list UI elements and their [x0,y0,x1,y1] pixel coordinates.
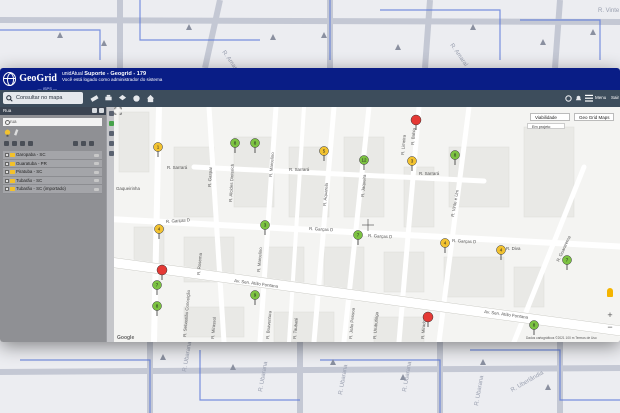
zoom-in-button[interactable]: + [605,310,615,320]
expand-icon[interactable] [108,111,114,116]
refresh-icon[interactable] [564,94,573,103]
search-label: Consultar no mapa [16,95,63,101]
street-label: R. Sarrará [289,167,310,172]
home-icon[interactable] [146,94,155,103]
street-view-icon[interactable] [607,288,613,297]
map-attribution: Dados cartográficos ©2021 100 m Termos d… [526,336,597,340]
geogrid-logo: GeoGrid — ISPS — [3,71,57,91]
map-view[interactable]: Av. Sen. Atílio Fontana Av. Sen. Atílio … [114,107,620,342]
pin-icon[interactable] [108,151,114,156]
layer-filter-input[interactable]: rua [3,118,102,126]
menu-button[interactable]: Menu [595,95,606,100]
sidebar-header: Rua [0,107,106,115]
basemap-select[interactable]: Geo Grid Maps [574,113,614,121]
fullscreen-icon[interactable] [114,107,122,115]
folder-icon [10,153,15,157]
folder-icon [10,187,15,191]
marker-head [410,114,422,126]
arrow-icon[interactable] [12,141,17,146]
options-icon[interactable] [94,187,99,191]
layers-icon[interactable] [118,94,127,103]
options-icon[interactable] [94,170,99,174]
marker-head [156,264,168,276]
export-icon[interactable] [81,141,86,146]
zoom-out-button[interactable]: − [605,322,615,332]
minus-icon[interactable] [108,131,114,136]
checkbox[interactable] [5,170,9,174]
street-label: R. Sarrará [167,165,188,170]
search-icon [6,94,13,102]
folder-icon [10,170,15,174]
close-icon[interactable] [99,108,104,113]
lightbulb-icon[interactable] [4,129,11,137]
layers-sidebar: Rua rua Garopaba - SC Guaratuba - PR Pir… [0,107,106,342]
list-icon[interactable] [108,141,114,146]
folder-icon [10,178,15,183]
folder-icon [10,161,15,166]
layer-label: Garopaba - SC [16,152,46,157]
viability-select[interactable]: Viabilidade [530,113,570,121]
title-bar: GeoGrid — ISPS — unidAtual Suporte - Geo… [0,68,620,91]
checkbox[interactable] [5,178,9,183]
vertical-tool-strip [106,107,114,342]
globe-icon [3,72,17,86]
layer-label: Tubarão - SC (importado) [16,186,66,191]
brand-name: GeoGrid [19,72,57,84]
layer-item[interactable]: Piratuba - SC [3,168,102,177]
add-layer-icon[interactable] [108,121,114,126]
layer-item[interactable]: Garopaba - SC [3,151,102,160]
checkbox[interactable] [5,161,9,166]
app-window: GeoGrid — ISPS — unidAtual Suporte - Geo… [0,68,620,342]
layer-label: Tubarão - SC [16,177,43,183]
info-icon[interactable] [73,141,78,146]
street-label: R. Diva [506,246,521,251]
sidebar-title: Rua [3,108,12,113]
layer-item[interactable]: Guaratuba - PR [3,159,102,168]
bg-street-label: R. Vinte [598,8,620,14]
print-icon[interactable] [104,94,113,103]
layer-item[interactable]: Tubarão - SC [3,176,102,185]
main-toolbar: Consultar no mapa Menu Sair [0,90,620,107]
street-label: Gaqueirinha [116,186,140,191]
map-search-button[interactable]: Consultar no mapa [3,92,83,104]
layer-label: Piratuba - SC [16,169,43,174]
google-logo: Google [117,335,135,341]
sidebar-icon-row [3,128,103,138]
layer-list: Garopaba - SC Guaratuba - PR Piratuba - … [3,151,102,194]
marker-label: 12 [361,158,367,163]
hamburger-menu-icon[interactable] [585,94,593,102]
notification-icon[interactable] [574,94,583,103]
map-canvas: Av. Sen. Atílio Fontana Av. Sen. Atílio … [114,107,620,342]
ruler-icon[interactable] [90,94,99,103]
link-icon[interactable] [28,141,33,146]
layer-item[interactable]: Tubarão - SC (importado) [3,185,102,194]
collapse-icon[interactable] [92,108,97,113]
edit-icon[interactable] [20,141,25,146]
options-icon[interactable] [94,179,99,182]
options-icon[interactable] [94,153,99,157]
settings-icon[interactable] [89,141,94,146]
pencil-icon[interactable] [13,129,19,137]
sidebar-tool-row [3,140,103,148]
layer-label: Guaratuba - PR [16,160,47,166]
project-filter-toggle[interactable]: Em projeto [527,123,565,129]
user-info: unidAtual Suporte - Geogrid - 179 Você e… [62,71,162,83]
marker-head [422,311,434,323]
options-icon[interactable] [94,162,99,165]
login-notice: Você está logado como administrador do s… [62,77,163,82]
location-icon[interactable] [132,94,141,103]
add-icon[interactable] [4,141,9,146]
street-label: R. Sarrará [419,171,440,176]
checkbox[interactable] [5,153,9,157]
exit-button[interactable]: Sair [611,95,619,100]
checkbox[interactable] [5,187,9,191]
